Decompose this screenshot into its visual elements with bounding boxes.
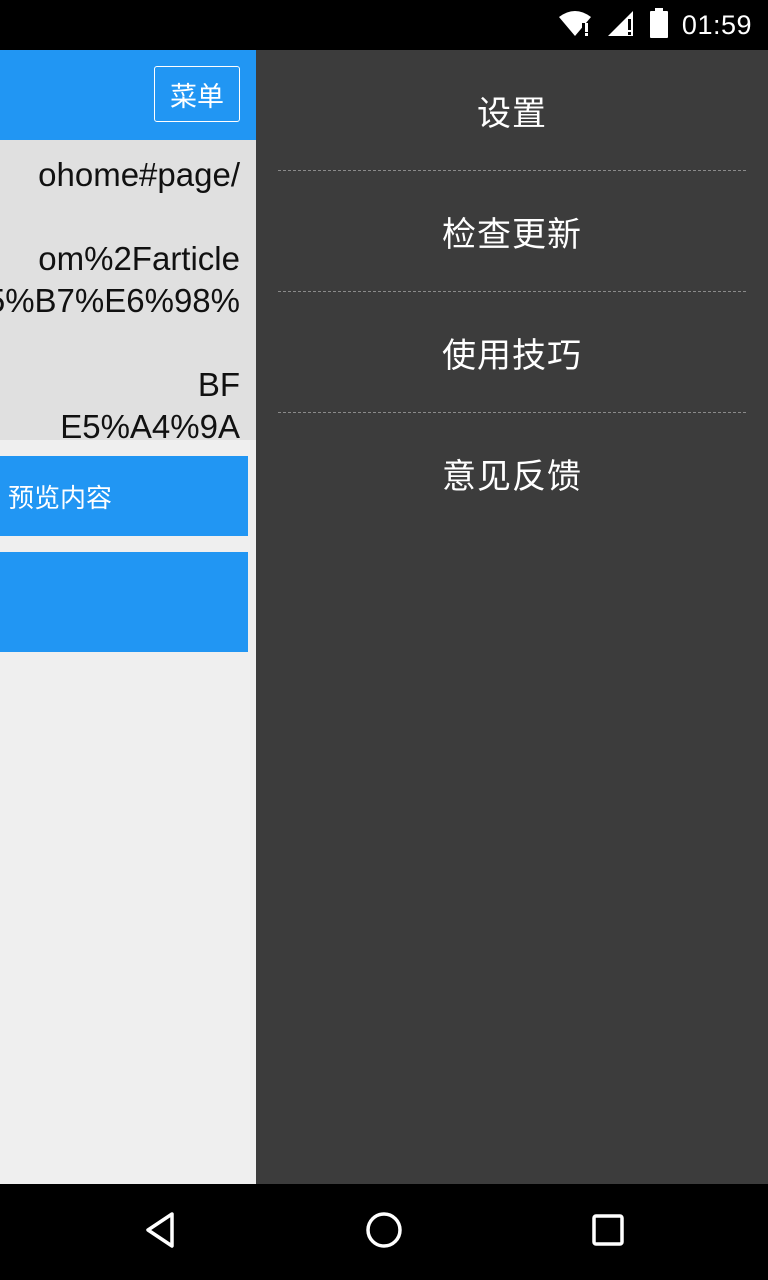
url-text: ohome#page/ om%2Farticle 5%B7%E6%98% BF … <box>0 156 240 440</box>
battery-icon <box>649 8 668 42</box>
drawer-item-settings[interactable]: 设置 <box>278 50 746 170</box>
secondary-action-button[interactable] <box>0 552 248 652</box>
drawer-item-feedback[interactable]: 意见反馈 <box>278 413 746 533</box>
status-bar: 01:59 <box>0 0 768 50</box>
drawer-item-tips[interactable]: 使用技巧 <box>278 292 746 412</box>
back-button[interactable] <box>136 1208 184 1256</box>
drawer-item-label: 设置 <box>477 93 547 134</box>
back-icon <box>140 1210 180 1254</box>
preview-content-button[interactable]: 预览内容 <box>0 456 248 536</box>
main-content: 菜单 ohome#page/ om%2Farticle 5%B7%E6%98% … <box>0 50 256 1184</box>
navigation-drawer: 设置 检查更新 使用技巧 意见反馈 <box>256 50 768 1184</box>
url-text-area[interactable]: ohome#page/ om%2Farticle 5%B7%E6%98% BF … <box>0 140 256 440</box>
drawer-item-check-update[interactable]: 检查更新 <box>278 171 746 291</box>
recents-button[interactable] <box>584 1208 632 1256</box>
signal-icon <box>606 9 636 41</box>
menu-button[interactable]: 菜单 <box>154 66 240 122</box>
clock: 01:59 <box>681 9 752 40</box>
recents-icon <box>588 1210 628 1254</box>
drawer-item-label: 意见反馈 <box>442 456 582 497</box>
home-icon <box>364 1210 404 1254</box>
drawer-item-label: 使用技巧 <box>442 335 582 376</box>
home-button[interactable] <box>360 1208 408 1256</box>
app-bar: 菜单 <box>0 50 256 140</box>
preview-content-label: 预览内容 <box>8 483 113 514</box>
system-nav-bar <box>0 1184 768 1280</box>
wifi-icon <box>558 9 592 41</box>
screen: 01:59 菜单 ohome#page/ om%2Farticle 5%B7%E… <box>0 0 768 1280</box>
drawer-item-label: 检查更新 <box>442 214 582 255</box>
